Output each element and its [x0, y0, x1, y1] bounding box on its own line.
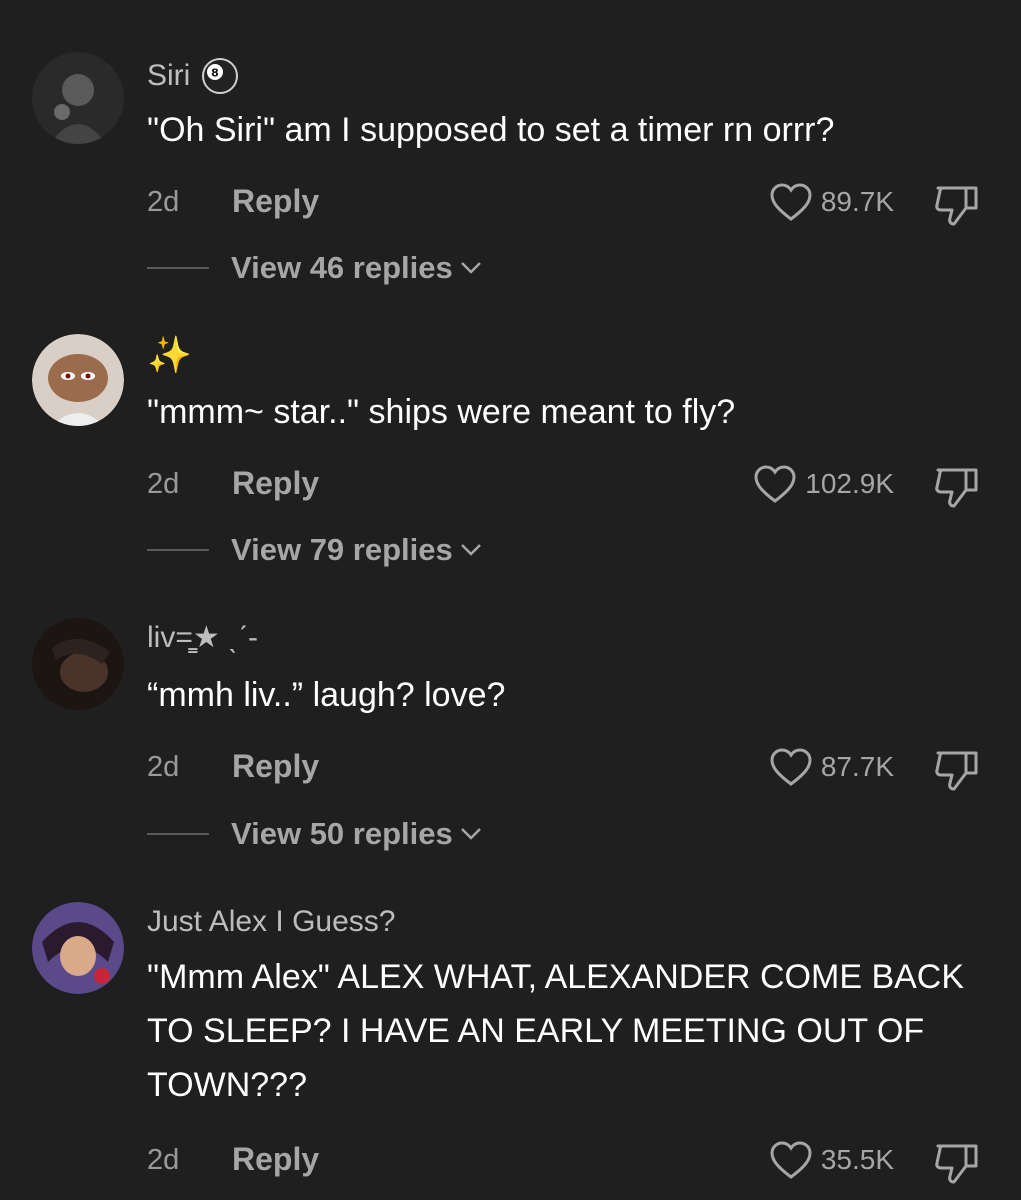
- dislike-icon[interactable]: [932, 747, 982, 793]
- avatar[interactable]: [32, 902, 124, 994]
- comment-text: “mmh liv..” laugh? love?: [147, 676, 506, 714]
- dislike-icon[interactable]: [932, 182, 982, 228]
- heart-icon: [770, 1141, 812, 1179]
- comment-time: 2d: [147, 1144, 180, 1176]
- comment-text: "Oh Siri" am I supposed to set a timer r…: [147, 111, 835, 149]
- heart-icon: [770, 183, 812, 221]
- avatar[interactable]: [32, 618, 124, 710]
- heart-icon: [770, 748, 812, 786]
- reply-button[interactable]: Reply: [232, 465, 319, 502]
- divider-line: [147, 267, 209, 269]
- heart-icon: [754, 465, 796, 503]
- like-count: 102.9K: [805, 468, 894, 499]
- view-replies-label: View 50 replies: [231, 816, 453, 851]
- comment-text: "mmm~ star.." ships were meant to fly?: [147, 393, 736, 431]
- dislike-icon[interactable]: [932, 1140, 982, 1186]
- view-replies-label: View 79 replies: [231, 532, 453, 567]
- comment-username[interactable]: ✨: [147, 335, 192, 375]
- chevron-down-icon: [460, 544, 481, 556]
- comment-text: "Mmm Alex" ALEX WHAT, ALEXANDER COME BAC…: [147, 958, 965, 1104]
- divider-line: [147, 833, 209, 835]
- svg-text:8: 8: [212, 67, 220, 80]
- chevron-down-icon: [460, 262, 481, 274]
- comment-username[interactable]: Just Alex I Guess?: [147, 905, 395, 939]
- like-count: 35.5K: [820, 1144, 894, 1175]
- comment-time: 2d: [147, 186, 180, 218]
- comment-time: 2d: [147, 751, 180, 783]
- 8-ball-icon: 8: [202, 58, 239, 94]
- username-text: Siri: [147, 59, 191, 92]
- view-replies-button[interactable]: View 46 replies: [147, 250, 483, 286]
- like-button[interactable]: 35.5K: [769, 1140, 894, 1180]
- view-replies-button[interactable]: View 79 replies: [147, 532, 483, 568]
- comment-username[interactable]: Siri 8: [147, 56, 240, 96]
- like-count: 87.7K: [820, 751, 894, 782]
- comment-time: 2d: [147, 468, 180, 500]
- like-count: 89.7K: [820, 186, 894, 217]
- avatar[interactable]: [32, 334, 124, 426]
- comment-username[interactable]: liv=̳̳★ ˎˊ-: [147, 620, 258, 655]
- view-replies-button[interactable]: View 50 replies: [147, 816, 483, 852]
- divider-line: [147, 549, 209, 551]
- dislike-icon[interactable]: [932, 464, 982, 510]
- like-button[interactable]: 87.7K: [769, 747, 894, 787]
- reply-button[interactable]: Reply: [232, 748, 319, 785]
- like-button[interactable]: 102.9K: [753, 464, 894, 504]
- like-button[interactable]: 89.7K: [769, 182, 894, 222]
- view-replies-label: View 46 replies: [231, 250, 453, 285]
- reply-button[interactable]: Reply: [232, 1141, 319, 1178]
- sparkles-icon: ✨: [147, 334, 192, 375]
- chevron-down-icon: [460, 828, 481, 840]
- avatar[interactable]: [32, 52, 124, 144]
- reply-button[interactable]: Reply: [232, 183, 319, 220]
